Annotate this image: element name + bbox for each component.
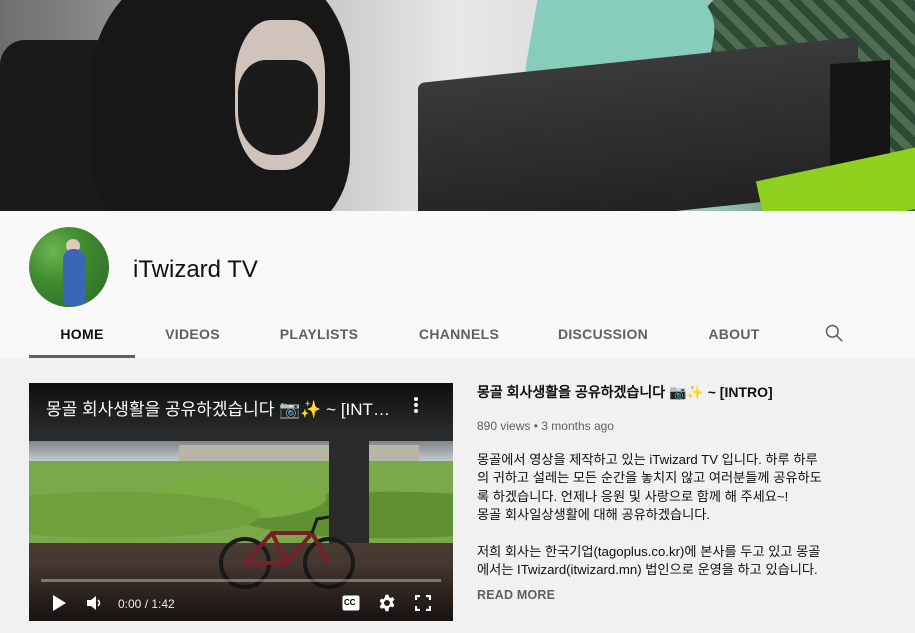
fullscreen-icon[interactable] (415, 595, 431, 611)
channel-name: iTwizard TV (133, 256, 258, 283)
video-time: 0:00 / 1:42 (118, 597, 175, 611)
video-overlay-title[interactable]: 몽골 회사생활을 공유하겠습니다 📷✨ ~ [INTRO] (46, 395, 401, 420)
tab-playlists[interactable]: PLAYLISTS (266, 316, 372, 358)
description-line: 몽골에서 영상을 제작하고 있는 iTwizard TV 입니다. 하루 하루 (477, 452, 818, 467)
view-count: 890 views (477, 419, 531, 433)
channel-banner (0, 0, 915, 211)
video-description: 몽골에서 영상을 제작하고 있는 iTwizard TV 입니다. 하루 하루 … (477, 451, 887, 580)
settings-gear-icon[interactable] (378, 594, 396, 612)
description-line: 의 귀하고 설레는 모든 순간을 놓치지 않고 여러분들께 공유하도 (477, 470, 822, 486)
more-options-icon[interactable] (411, 395, 421, 417)
featured-video-title[interactable]: 몽골 회사생활을 공유하겠습니다 📷✨ ~ [INTRO] (477, 383, 887, 401)
channel-avatar[interactable] (29, 227, 109, 307)
read-more-button[interactable]: READ MORE (477, 588, 887, 602)
captions-label: CC (344, 598, 356, 607)
tab-discussion[interactable]: DISCUSSION (549, 316, 657, 358)
description-line: 저희 회사는 한국기업(tagoplus.co.kr)에 본사를 두고 있고 몽… (477, 544, 821, 560)
tab-home[interactable]: HOME (29, 316, 135, 358)
tab-about[interactable]: ABOUT (695, 316, 773, 358)
description-line: 몽골 회사일상생활에 대해 공유하겠습니다. (477, 507, 711, 523)
tab-videos[interactable]: VIDEOS (146, 316, 239, 358)
description-line: 에서는 ITwizard(itwizard.mn) 법인으로 운영을 하고 있습… (477, 562, 818, 578)
description-line: 록 하겠습니다. 언제나 응원 및 사랑으로 함께 해 주세요~! (477, 488, 789, 504)
stats-separator: • (533, 419, 538, 433)
video-stats: 890 views • 3 months ago (477, 419, 887, 433)
featured-video-player[interactable]: 몽골 회사생활을 공유하겠습니다 📷✨ ~ [INTRO] 0:00 / 1:4… (29, 383, 453, 621)
video-progress-bar[interactable] (41, 579, 441, 582)
play-icon[interactable] (51, 594, 67, 612)
channel-header: iTwizard TV HOME VIDEOS PLAYLISTS CHANNE… (0, 211, 915, 358)
avatar-figure-body (63, 249, 85, 305)
tab-channels[interactable]: CHANNELS (404, 316, 514, 358)
search-icon[interactable] (824, 323, 844, 343)
volume-icon[interactable] (85, 594, 103, 612)
upload-age: 3 months ago (541, 419, 614, 433)
featured-video-info: 몽골 회사생활을 공유하겠습니다 📷✨ ~ [INTRO] 890 views … (477, 383, 887, 602)
player-controls: 0:00 / 1:42 CC (29, 588, 453, 618)
description-line (477, 525, 887, 543)
banner-person-mask (238, 60, 318, 155)
